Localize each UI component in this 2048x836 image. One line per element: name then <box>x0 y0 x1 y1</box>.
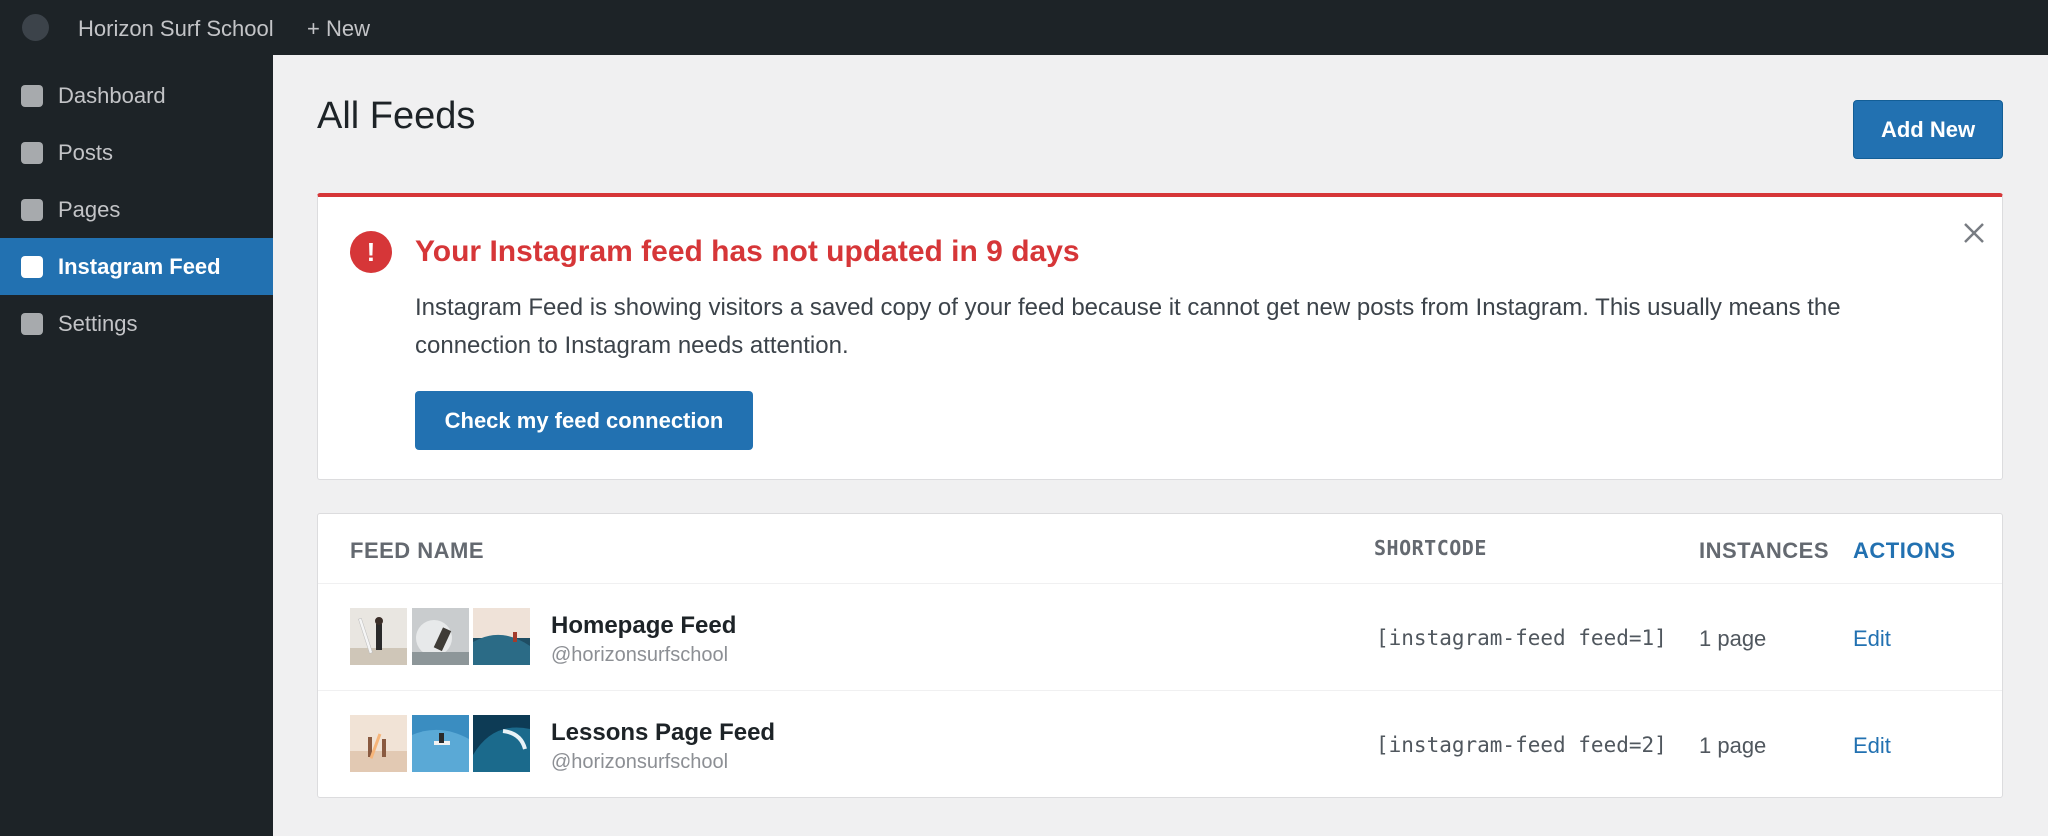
new-content-link[interactable]: + New <box>307 16 370 42</box>
feed-instances: 1 page <box>1699 626 1767 651</box>
barrel-wave-thumbnail <box>473 715 530 772</box>
sidebar-item-instagram-feed[interactable]: Instagram Feed <box>0 238 273 295</box>
feed-handle: @horizonsurfschool <box>551 644 729 666</box>
column-header-shortcode: SHORTCODE <box>1374 536 1487 560</box>
feed-name[interactable]: Homepage Feed <box>551 612 736 640</box>
instagram-icon <box>21 255 43 278</box>
sidebar-item-label: Settings <box>58 310 138 336</box>
edit-link[interactable]: Edit <box>1853 733 1891 759</box>
add-new-button[interactable]: Add New <box>1853 100 2003 159</box>
notice-title: Your Instagram feed has not updated in 9… <box>415 235 1080 268</box>
feed-shortcode[interactable]: [instagram-feed feed=1] <box>1376 626 1667 650</box>
exclamation-icon: ! <box>350 231 392 273</box>
surf-lesson-water-thumbnail <box>412 715 469 772</box>
admin-bar: Horizon Surf School + New <box>0 0 2048 55</box>
surfers-at-shore-thumbnail <box>350 715 407 772</box>
column-header-actions: ACTIONS <box>1853 538 1956 563</box>
dashboard-icon <box>21 84 43 107</box>
check-connection-button[interactable]: Check my feed connection <box>415 391 753 450</box>
surfer-on-wave-thumbnail <box>473 608 530 665</box>
sidebar-item-pages[interactable]: Pages <box>0 181 273 238</box>
sidebar-item-settings[interactable]: Settings <box>0 295 273 352</box>
sidebar-item-dashboard[interactable]: Dashboard <box>0 67 273 124</box>
sidebar-item-label: Posts <box>58 139 114 165</box>
posts-icon <box>21 141 43 164</box>
sidebar-item-label: Dashboard <box>58 82 166 108</box>
site-name-link[interactable]: Horizon Surf School <box>78 16 274 42</box>
table-row: Homepage Feed @horizonsurfschool [instag… <box>318 583 2002 690</box>
notice-body: Instagram Feed is showing visitors a sav… <box>415 294 1841 359</box>
close-icon[interactable] <box>1959 218 1989 248</box>
pages-icon <box>21 198 43 221</box>
edit-link[interactable]: Edit <box>1853 626 1891 652</box>
surfer-on-beach-thumbnail <box>350 608 407 665</box>
column-header-feed-name: FEED NAME <box>350 538 485 563</box>
feed-instances: 1 page <box>1699 733 1767 758</box>
page-title: All Feeds <box>317 95 476 137</box>
wordpress-logo-icon[interactable] <box>22 14 49 41</box>
feeds-table: FEED NAME SHORTCODE INSTANCES ACTIONS Ho… <box>317 513 2003 798</box>
settings-icon <box>21 312 43 335</box>
sidebar-item-label: Instagram Feed <box>58 253 221 279</box>
feed-handle: @horizonsurfschool <box>551 751 729 773</box>
admin-sidebar: Dashboard Posts Pages Instagram Feed Set… <box>0 55 273 836</box>
feed-shortcode[interactable]: [instagram-feed feed=2] <box>1376 733 1667 757</box>
sidebar-item-posts[interactable]: Posts <box>0 124 273 181</box>
table-row: Lessons Page Feed @horizonsurfschool [in… <box>318 690 2002 797</box>
feed-name[interactable]: Lessons Page Feed <box>551 719 775 747</box>
sidebar-item-label: Pages <box>58 196 121 222</box>
surfer-in-spray-thumbnail <box>412 608 469 665</box>
column-header-instances: INSTANCES <box>1699 538 1829 563</box>
feed-error-notice: ! Your Instagram feed has not updated in… <box>317 193 2003 480</box>
